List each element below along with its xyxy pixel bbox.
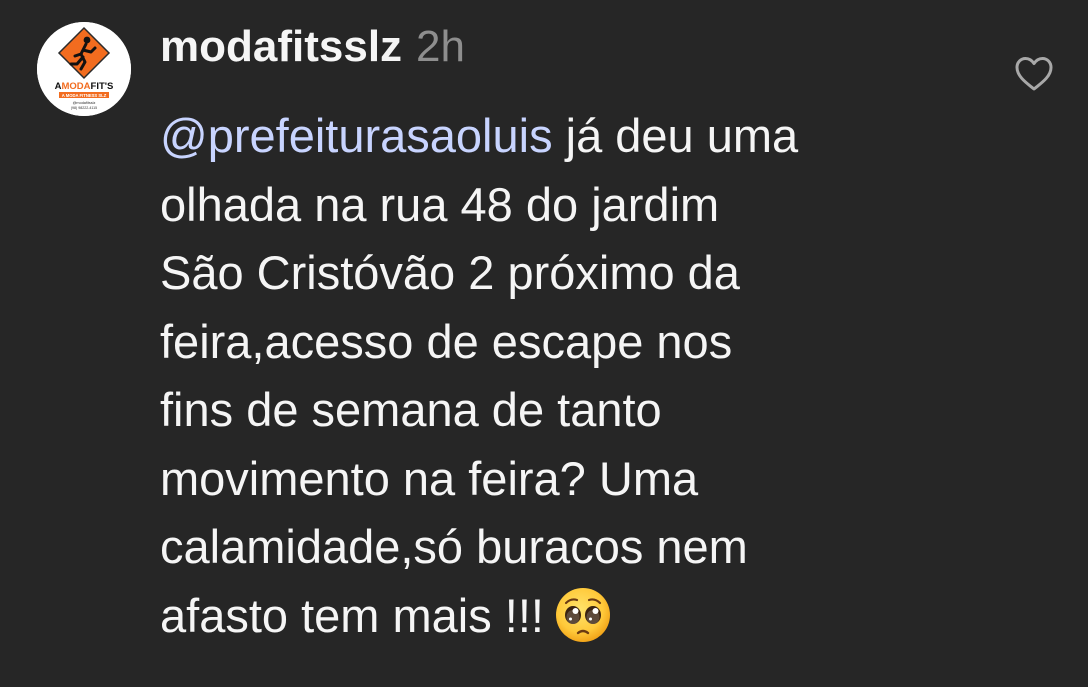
username[interactable]: modafitsslz <box>160 22 402 72</box>
comment-text: @prefeiturasaoluis já deu uma olhada na … <box>160 102 990 650</box>
comment-line-1: já deu uma <box>552 109 799 162</box>
like-button[interactable] <box>1014 56 1054 92</box>
avatar[interactable]: AMODAFIT'S A MODA FITNESS SLZ @modafitss… <box>37 22 131 116</box>
comment-line-2: olhada na rua 48 do jardim <box>160 177 720 231</box>
comment-line-3: São Cristóvão 2 próximo da <box>160 246 740 299</box>
mention-link[interactable]: @prefeiturasaoluis <box>160 109 553 162</box>
svg-text:(98) 98222-4115: (98) 98222-4115 <box>71 106 97 110</box>
comment-line-5: fins de semana de tanto <box>160 383 662 436</box>
brand-logo: AMODAFIT'S A MODA FITNESS SLZ @modafitss… <box>37 22 131 116</box>
pleading-face-emoji <box>554 586 612 644</box>
comment-item: AMODAFIT'S A MODA FITNESS SLZ @modafitss… <box>0 0 1088 687</box>
comment-line-4: feira,acesso de escape nos <box>160 314 733 368</box>
timestamp: 2h <box>416 22 465 71</box>
comment-line-6: movimento na feira? Uma <box>160 451 699 505</box>
svg-text:A MODA FITNESS SLZ: A MODA FITNESS SLZ <box>62 93 107 98</box>
comment-header: modafitsslz 2h <box>160 22 465 78</box>
heart-outline-icon <box>1015 57 1053 91</box>
svg-text:AMODAFIT'S: AMODAFIT'S <box>55 81 114 92</box>
comment-line-7: calamidade,só buracos nem <box>160 520 748 573</box>
comment-line-8: afasto tem mais !!! <box>160 588 544 642</box>
svg-text:@modafitsslz: @modafitsslz <box>73 101 96 105</box>
